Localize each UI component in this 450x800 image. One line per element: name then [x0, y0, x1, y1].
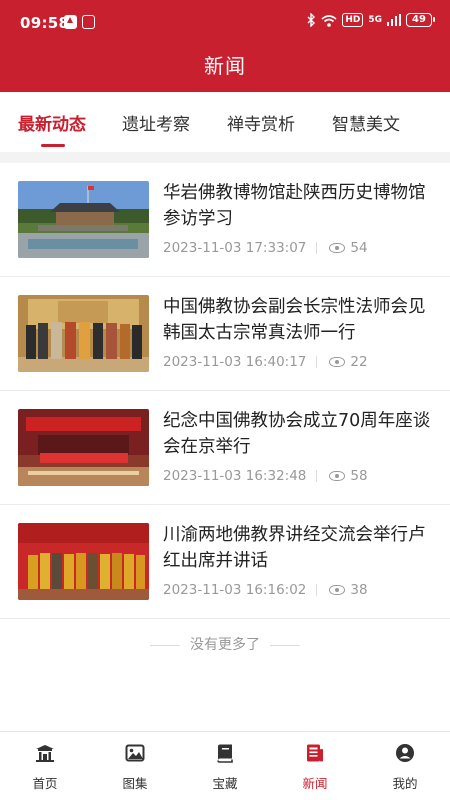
news-meta: 2023-11-03 16:32:48 58: [163, 468, 368, 484]
end-of-list: 没有更多了: [0, 634, 450, 654]
status-bar: 09:58 HD 5G 49: [0, 0, 450, 44]
divider-line: [270, 644, 300, 646]
status-icons: HD 5G 49: [307, 13, 435, 27]
nav-home-label: 首页: [32, 776, 58, 791]
bottom-nav: 首页 图集 宝藏 新闻 我的: [0, 731, 450, 800]
nav-profile-label: 我的: [392, 776, 418, 791]
news-item[interactable]: 川渝两地佛教界讲经交流会举行卢红出席并讲话 2023-11-03 16:16:0…: [0, 505, 450, 619]
category-tabs: 最新动态 遗址考察 禅寺赏析 智慧美文: [0, 92, 450, 152]
news-thumbnail: [18, 181, 149, 258]
news-thumbnail: [18, 295, 149, 372]
news-datetime: 2023-11-03 17:33:07: [163, 240, 307, 256]
temple-icon: [36, 745, 54, 762]
tab-latest[interactable]: 最新动态: [18, 110, 86, 135]
news-item[interactable]: 纪念中国佛教协会成立70周年座谈会在京举行 2023-11-03 16:32:4…: [0, 391, 450, 505]
news-title: 中国佛教协会副会长宗性法师会见韩国太古宗常真法师一行: [163, 297, 426, 343]
nav-gallery-label: 图集: [122, 776, 148, 791]
image-icon: [125, 744, 145, 762]
news-meta: 2023-11-03 17:33:07 54: [163, 240, 368, 256]
nav-profile[interactable]: 我的: [360, 732, 450, 800]
news-icon: [307, 744, 323, 762]
battery-icon: 49: [406, 13, 435, 27]
tab-site-survey[interactable]: 遗址考察: [122, 110, 190, 135]
nav-gallery[interactable]: 图集: [90, 732, 180, 800]
network-type: 5G: [368, 15, 382, 25]
news-datetime: 2023-11-03 16:16:02: [163, 582, 307, 598]
user-icon: [396, 744, 414, 762]
app-header: 09:58 HD 5G 49 新闻: [0, 0, 450, 92]
news-datetime: 2023-11-03 16:32:48: [163, 468, 307, 484]
news-meta: 2023-11-03 16:16:02 38: [163, 582, 368, 598]
meta-divider: [316, 584, 318, 596]
nav-news-label: 新闻: [302, 776, 328, 791]
upload-notification-icon: [64, 15, 77, 29]
nav-treasures-label: 宝藏: [212, 776, 238, 791]
news-list: 华岩佛教博物馆赴陕西历史博物馆参访学习 2023-11-03 17:33:07 …: [0, 163, 450, 619]
views-icon: [329, 243, 346, 253]
divider-line: [150, 644, 180, 646]
active-tab-indicator: [41, 144, 65, 147]
status-time: 09:58: [20, 14, 70, 32]
views-icon: [329, 357, 346, 367]
news-meta: 2023-11-03 16:40:17 22: [163, 354, 368, 370]
security-notification-icon: [82, 15, 95, 29]
section-divider: [0, 152, 450, 163]
news-title: 纪念中国佛教协会成立70周年座谈会在京举行: [163, 411, 431, 457]
news-title: 华岩佛教博物馆赴陕西历史博物馆参访学习: [163, 183, 426, 229]
end-of-list-text: 没有更多了: [190, 637, 260, 653]
tab-temple-appreciation[interactable]: 禅寺赏析: [227, 110, 295, 135]
meta-divider: [316, 242, 318, 254]
views-icon: [329, 585, 346, 595]
wifi-icon: [321, 14, 337, 27]
signal-icon: [387, 14, 401, 26]
nav-home[interactable]: 首页: [0, 732, 90, 800]
news-views: 58: [350, 468, 368, 484]
meta-divider: [316, 356, 318, 368]
news-views: 22: [350, 354, 368, 370]
news-views: 38: [350, 582, 368, 598]
hd-indicator: HD: [342, 13, 364, 27]
news-item[interactable]: 华岩佛教博物馆赴陕西历史博物馆参访学习 2023-11-03 17:33:07 …: [0, 163, 450, 277]
book-icon: [217, 744, 233, 763]
news-thumbnail: [18, 523, 149, 600]
nav-news[interactable]: 新闻: [270, 732, 360, 800]
news-views: 54: [350, 240, 368, 256]
nav-treasures[interactable]: 宝藏: [180, 732, 270, 800]
tab-wisdom-essays[interactable]: 智慧美文: [332, 110, 400, 135]
page-title: 新闻: [204, 54, 246, 78]
meta-divider: [316, 470, 318, 482]
news-thumbnail: [18, 409, 149, 486]
news-datetime: 2023-11-03 16:40:17: [163, 354, 307, 370]
views-icon: [329, 471, 346, 481]
news-item[interactable]: 中国佛教协会副会长宗性法师会见韩国太古宗常真法师一行 2023-11-03 16…: [0, 277, 450, 391]
bluetooth-icon: [307, 13, 316, 27]
news-title: 川渝两地佛教界讲经交流会举行卢红出席并讲话: [163, 525, 426, 571]
